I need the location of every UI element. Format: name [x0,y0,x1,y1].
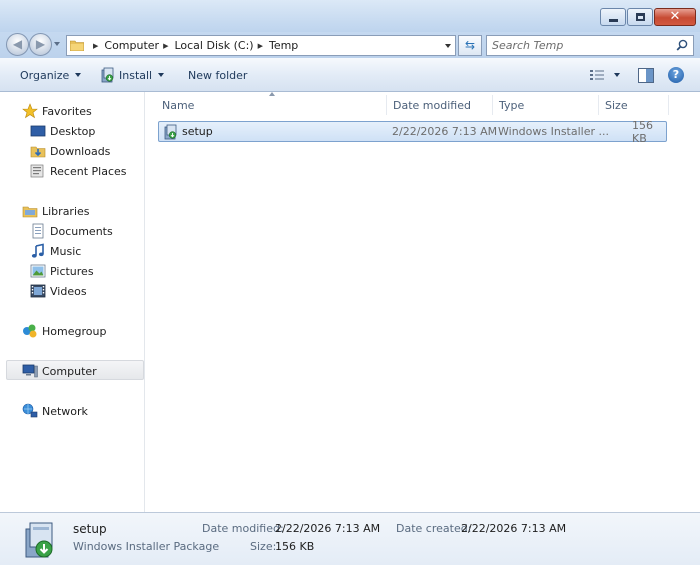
nav-homegroup[interactable]: Homegroup [22,322,106,340]
chevron-right-icon: ▶ [93,41,99,50]
details-size-value: 156 KB [275,540,315,553]
chevron-right-icon: ▶ [163,41,169,50]
homegroup-icon [23,324,37,338]
new-folder-button[interactable]: New folder [188,58,247,92]
window-controls: ✕ [599,8,696,26]
preview-pane-icon [638,67,654,83]
help-icon[interactable]: ? [668,67,684,83]
chevron-right-icon: ▶ [257,41,263,50]
details-date-modified-label: Date modified: [202,522,284,535]
preview-pane-button[interactable] [638,66,654,84]
nav-libraries[interactable]: Libraries [22,202,90,220]
file-date-cell: 2/22/2026 7:13 AM [392,125,498,138]
pictures-icon [30,264,46,278]
installer-icon [101,67,114,83]
details-file-type: Windows Installer Package [73,540,220,553]
installer-package-icon [164,124,177,139]
forward-arrow-icon: ▶ [35,37,46,51]
organize-button[interactable]: Organize [20,58,82,92]
column-header-size[interactable]: Size [599,95,669,115]
videos-icon [30,284,46,298]
chevron-down-icon [158,73,165,77]
folder-icon [70,40,84,51]
recent-pages-dropdown[interactable] [54,42,60,46]
column-header-date-modified[interactable]: Date modified [387,95,493,115]
nav-computer[interactable]: Computer [22,362,97,380]
recent-places-icon [30,164,44,178]
nav-pictures[interactable]: Pictures [30,262,94,280]
star-icon [22,103,38,119]
file-type-cell: Windows Installer ... [498,125,609,138]
address-row: ◀ ▶ ▶ Computer ▶ Local Disk (C:) ▶ Temp ⇆ [0,32,700,58]
nav-music[interactable]: Music [30,242,81,260]
details-file-name: setup [73,522,107,536]
nav-videos[interactable]: Videos [30,282,87,300]
view-list-icon [590,70,604,80]
desktop-icon [30,125,46,137]
libraries-icon [22,206,38,218]
install-button[interactable]: Install [100,58,165,92]
breadcrumb-temp[interactable]: ▶ Temp [254,39,299,52]
details-size-label: Size: [250,540,277,553]
search-icon[interactable] [676,39,688,51]
computer-icon [22,364,38,378]
maximize-icon [636,13,645,21]
details-date-created-value: 2/22/2026 7:13 AM [461,522,567,535]
file-size-cell: 156 KB [632,118,653,145]
music-icon [31,243,44,258]
minimize-icon [609,19,618,22]
details-pane: setup Windows Installer Package Date mod… [0,512,700,565]
breadcrumb-local-disk[interactable]: ▶ Local Disk (C:) [159,39,254,52]
downloads-icon [30,146,46,158]
nav-downloads[interactable]: Downloads [30,142,110,160]
column-header-type[interactable]: Type [493,95,599,115]
search-input[interactable] [487,36,667,55]
maximize-button[interactable] [627,8,653,26]
search-box [486,35,694,56]
navigation-pane: Favorites Desktop Downloads Recent Place… [0,92,145,512]
close-button[interactable]: ✕ [654,8,696,26]
back-button[interactable]: ◀ [6,33,29,56]
breadcrumb: ▶ Computer ▶ Local Disk (C:) ▶ Temp [89,36,298,55]
nav-recent-places[interactable]: Recent Places [30,162,127,180]
nav-favorites[interactable]: Favorites [22,102,92,120]
address-history-dropdown[interactable] [445,44,451,48]
title-bar: ✕ [0,0,700,32]
details-date-modified-value: 2/22/2026 7:13 AM [275,522,381,535]
command-bar: Organize Install New folder ? [0,58,700,92]
network-icon [22,403,38,418]
nav-documents[interactable]: Documents [30,222,113,240]
refresh-icon: ⇆ [464,38,476,52]
breadcrumb-computer[interactable]: ▶ Computer [89,39,159,52]
minimize-button[interactable] [600,8,626,26]
back-arrow-icon: ◀ [12,37,23,51]
documents-icon [32,223,44,239]
chevron-down-icon [75,73,82,77]
close-icon: ✕ [669,9,681,24]
address-bar[interactable]: ▶ Computer ▶ Local Disk (C:) ▶ Temp [66,35,456,56]
column-header-name[interactable]: Name [156,95,387,115]
forward-button[interactable]: ▶ [29,33,52,56]
file-list: Name Date modified Type Size setup 2/22/… [146,92,700,512]
change-view-button[interactable] [590,66,620,84]
chevron-down-icon [614,73,620,77]
nav-desktop[interactable]: Desktop [30,122,95,140]
nav-network[interactable]: Network [22,402,88,420]
installer-package-icon [25,522,53,558]
file-name-cell: setup [163,122,213,141]
refresh-button[interactable]: ⇆ [458,35,482,56]
file-row-setup[interactable]: setup 2/22/2026 7:13 AM Windows Installe… [158,118,667,145]
